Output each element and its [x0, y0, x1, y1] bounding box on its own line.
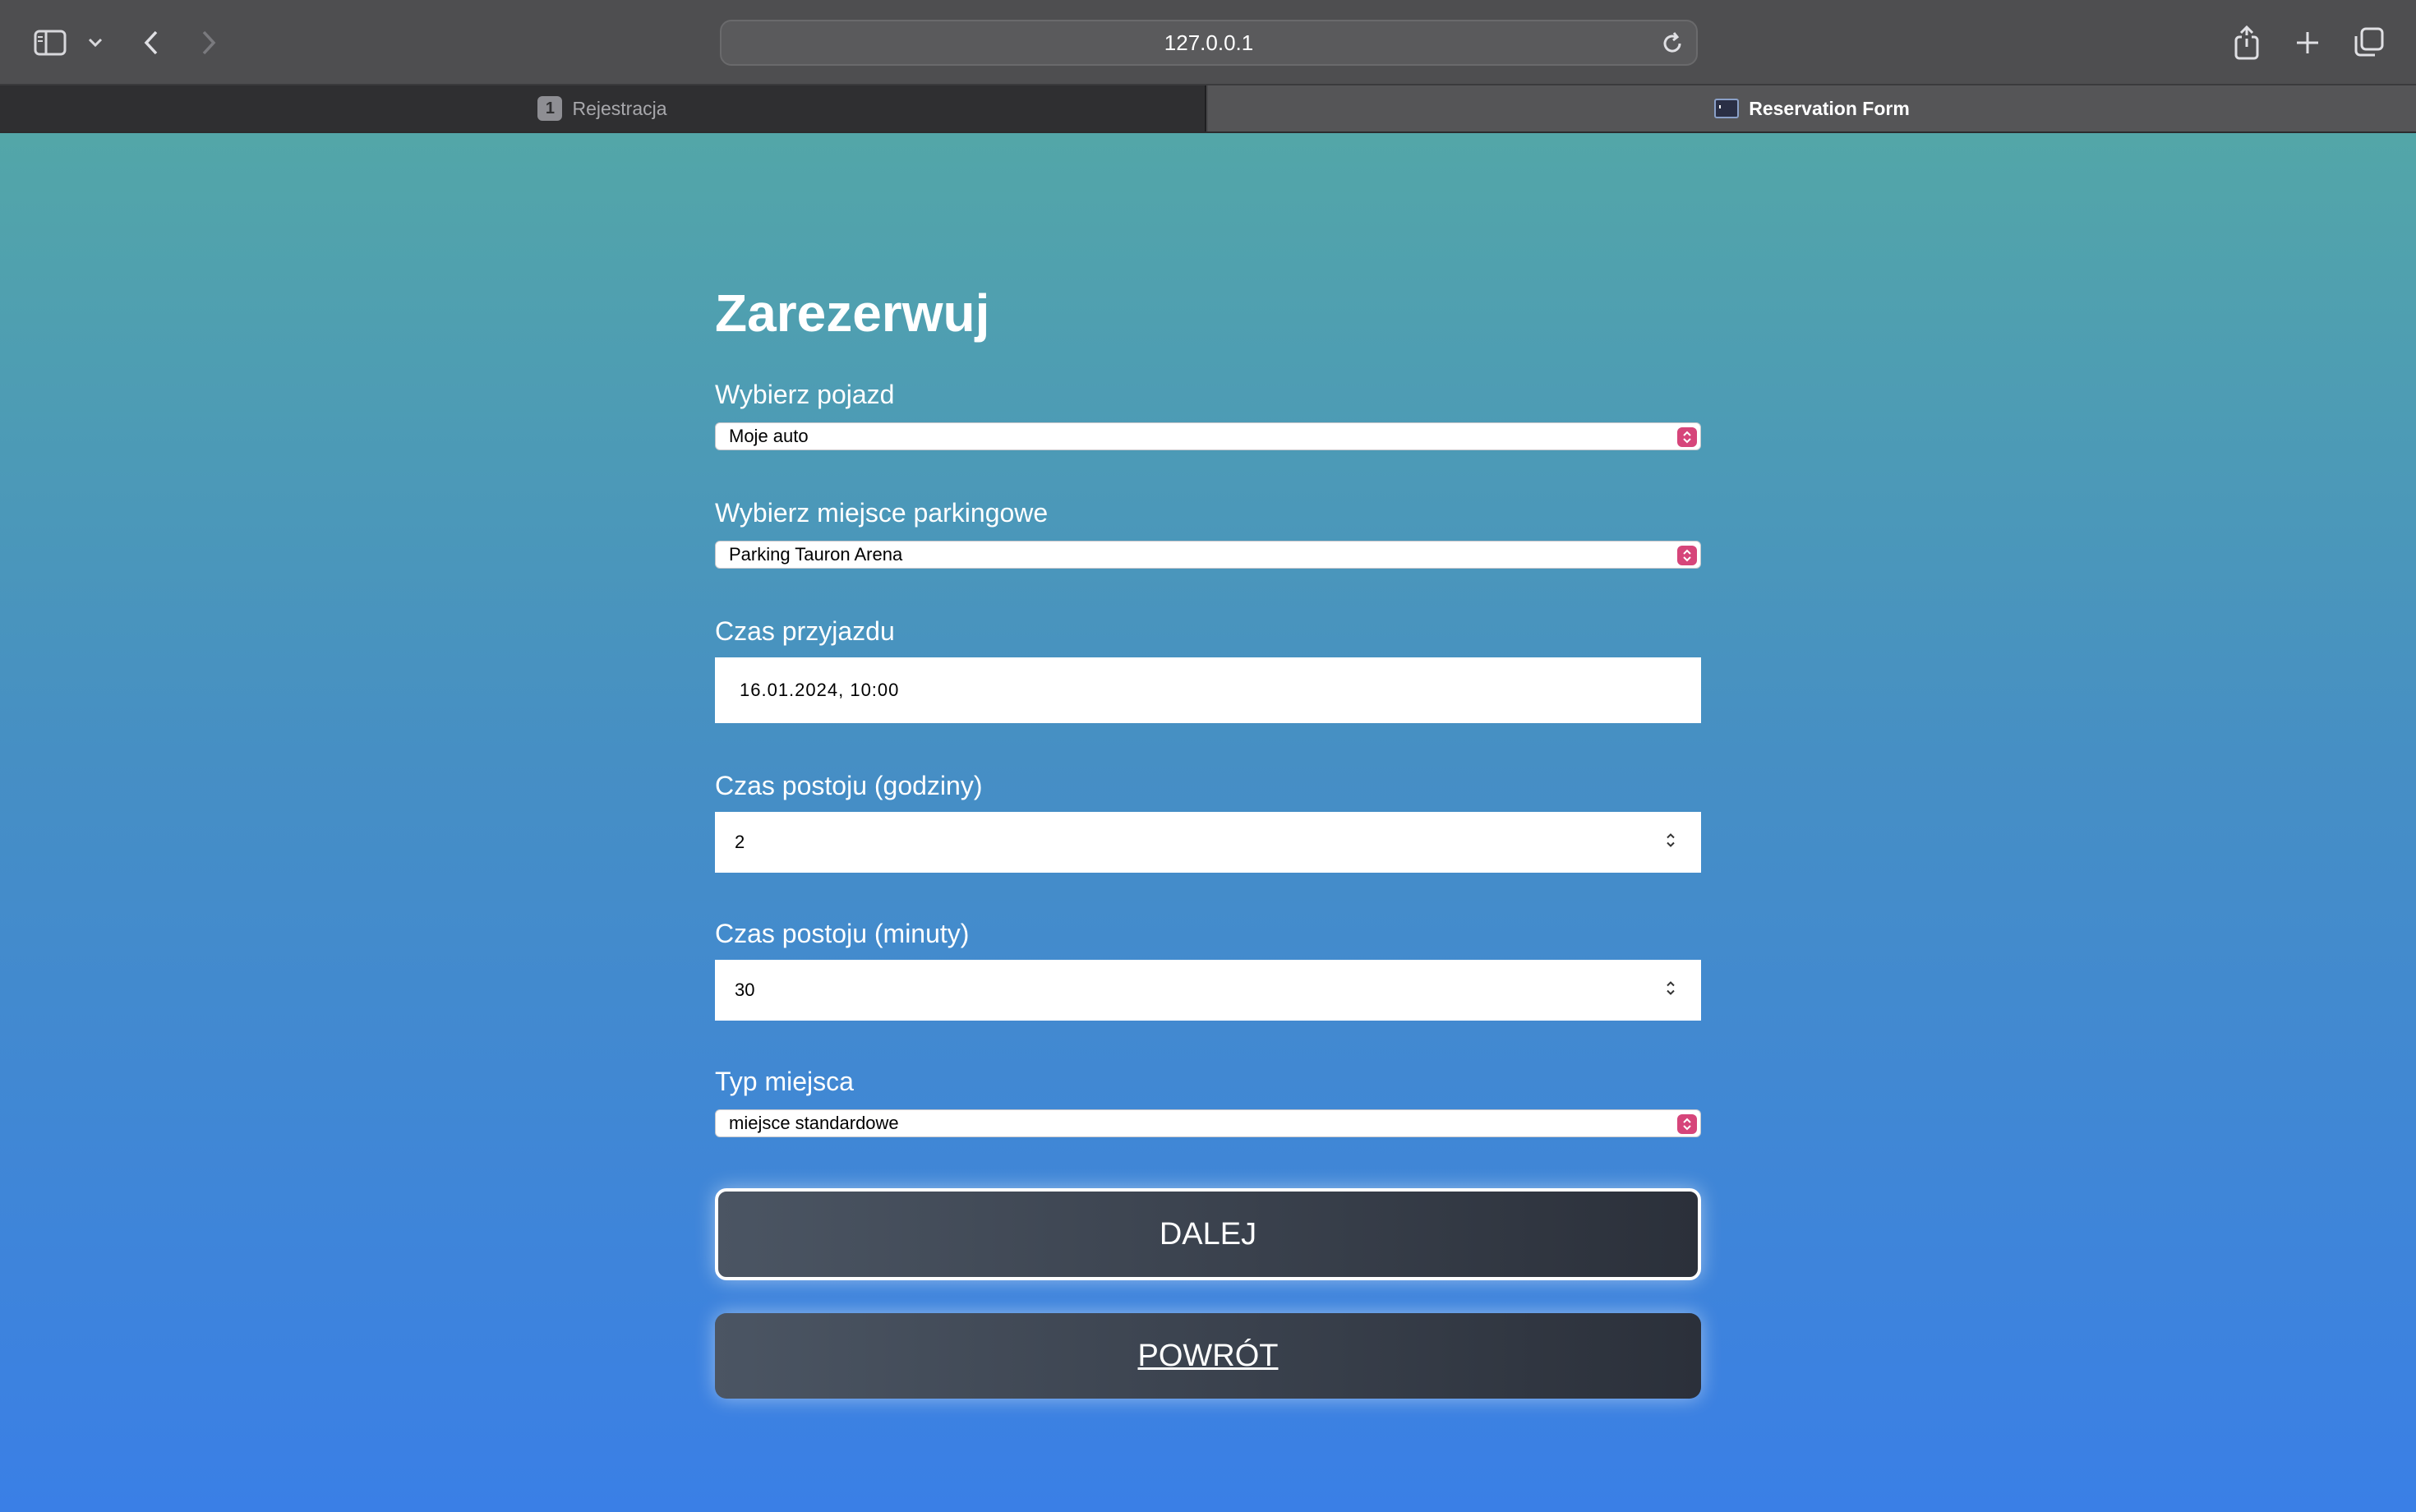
- browser-toolbar: 127.0.0.1: [0, 0, 2416, 85]
- parking-select[interactable]: Parking Tauron Arena: [715, 541, 1701, 569]
- vehicle-label: Wybierz pojazd: [715, 380, 895, 409]
- page-title: Zarezerwuj: [715, 284, 990, 343]
- tab-reservation-form[interactable]: Reservation Form: [1208, 85, 2416, 131]
- next-button[interactable]: DALEJ: [715, 1188, 1701, 1280]
- select-chevron-icon: [1677, 546, 1697, 565]
- new-tab-icon[interactable]: [2291, 26, 2324, 59]
- stepper-icon[interactable]: [1665, 832, 1676, 854]
- spot-type-select[interactable]: miejsce standardowe: [715, 1109, 1701, 1137]
- address-bar[interactable]: 127.0.0.1: [720, 20, 1698, 66]
- arrival-datetime-value: 16.01.2024, 10:00: [740, 680, 900, 700]
- parking-select-value: Parking Tauron Arena: [729, 544, 903, 565]
- reload-icon[interactable]: [1660, 31, 1685, 60]
- chevron-down-icon[interactable]: [85, 33, 105, 53]
- forward-arrow-icon[interactable]: [196, 26, 222, 59]
- spot-type-select-value: miejsce standardowe: [729, 1113, 899, 1133]
- vehicle-select-value: Moje auto: [729, 426, 809, 446]
- arrival-label: Czas przyjazdu: [715, 616, 895, 646]
- minutes-label: Czas postoju (minuty): [715, 919, 970, 948]
- page-content: Zarezerwuj Wybierz pojazd Moje auto Wybi…: [0, 133, 2416, 1512]
- back-arrow-icon[interactable]: [138, 26, 164, 59]
- minutes-value: 30: [735, 980, 755, 1000]
- select-chevron-icon: [1677, 427, 1697, 447]
- minutes-number-input[interactable]: 30: [715, 960, 1701, 1021]
- spot-type-label: Typ miejsca: [715, 1067, 854, 1096]
- hours-label: Czas postoju (godziny): [715, 771, 983, 800]
- share-icon[interactable]: [2230, 23, 2263, 62]
- hours-value: 2: [735, 832, 745, 852]
- stepper-icon[interactable]: [1665, 980, 1676, 1002]
- select-chevron-icon: [1677, 1114, 1697, 1134]
- parking-label: Wybierz miejsce parkingowe: [715, 498, 1049, 528]
- arrival-datetime-input[interactable]: 16.01.2024, 10:00: [715, 657, 1701, 723]
- hours-number-input[interactable]: 2: [715, 812, 1701, 873]
- tab-label: Reservation Form: [1749, 97, 1910, 119]
- tab-overview-icon[interactable]: [2352, 25, 2386, 59]
- url-text: 127.0.0.1: [1164, 30, 1254, 55]
- sidebar-toggle-icon[interactable]: [33, 28, 67, 58]
- vehicle-select[interactable]: Moje auto: [715, 422, 1701, 450]
- tab-label: Rejestracja: [572, 97, 667, 119]
- terminal-favicon-icon: [1714, 99, 1740, 118]
- tab-bar: 1 Rejestracja Reservation Form: [0, 85, 2416, 133]
- tab-number-badge: 1: [537, 96, 563, 121]
- tab-rejestracja[interactable]: 1 Rejestracja: [0, 85, 1206, 131]
- back-button[interactable]: POWRÓT: [715, 1313, 1701, 1399]
